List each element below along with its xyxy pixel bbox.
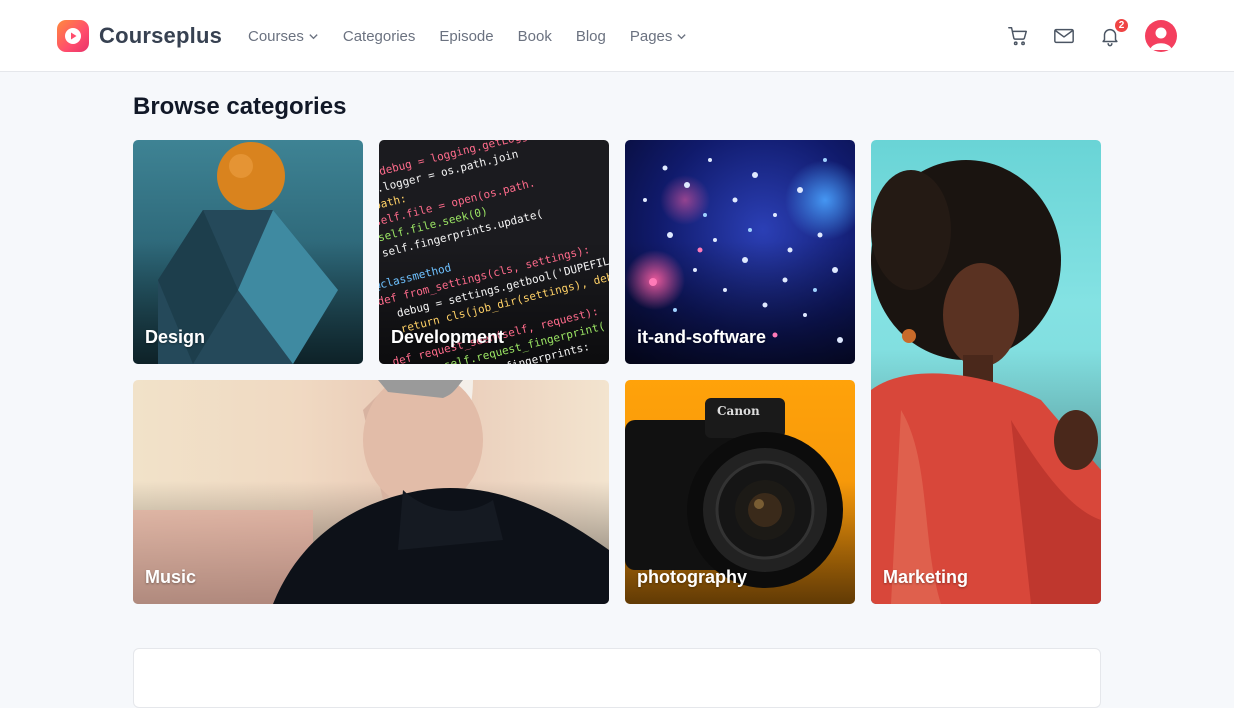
category-label: it-and-software (637, 327, 767, 347)
category-label: Marketing (883, 567, 969, 587)
category-card-music[interactable]: Music (133, 380, 609, 604)
category-label: Design (145, 327, 206, 347)
notification-badge: 2 (1114, 18, 1129, 33)
nav-book[interactable]: Book (518, 28, 552, 45)
category-label: photography (637, 567, 747, 587)
brand-logo[interactable]: Courseplus (57, 20, 222, 52)
music-artwork (133, 380, 609, 604)
cart-icon[interactable] (1006, 24, 1030, 48)
nav-blog-label: Blog (575, 27, 606, 45)
person-artwork (871, 160, 1101, 604)
chevron-down-icon (308, 31, 319, 42)
category-card-it-and-software[interactable]: it-and-software (625, 140, 855, 364)
category-card-marketing[interactable]: Marketing (871, 140, 1101, 604)
nav-pages-label: Pages (629, 27, 673, 45)
mail-icon[interactable] (1052, 24, 1076, 48)
category-label: Development (391, 327, 505, 347)
brand-name: Courseplus (99, 23, 223, 48)
nav-episode-label: Episode (439, 27, 494, 45)
play-logo-icon (57, 20, 89, 52)
nav-blog[interactable]: Blog (576, 28, 606, 45)
user-silhouette-icon (1150, 27, 1172, 50)
category-grid: Design self.debug = logging.getLogger se… (133, 140, 1101, 604)
nav-book-label: Book (517, 27, 552, 45)
category-card-photography[interactable]: Canon photography (625, 380, 855, 604)
nav-pages[interactable]: Pages (630, 28, 688, 45)
main-nav: Courses Categories Episode Book Blog Pag… (248, 0, 711, 72)
nav-episode[interactable]: Episode (439, 28, 493, 45)
header-actions: 2 (984, 0, 1177, 72)
nav-courses-label: Courses (248, 27, 304, 45)
svg-text:Canon: Canon (717, 404, 760, 418)
user-avatar[interactable] (1145, 20, 1177, 52)
category-label: Music (145, 567, 197, 587)
page-title: Browse categories (133, 93, 347, 120)
content-panel (133, 648, 1101, 708)
top-header: Courseplus Courses Categories Episode Bo… (0, 0, 1234, 72)
category-card-design[interactable]: Design (133, 140, 363, 364)
bell-icon[interactable]: 2 (1098, 18, 1129, 48)
nav-categories-label: Categories (342, 27, 416, 45)
nav-courses[interactable]: Courses (248, 28, 319, 45)
chevron-down-icon (676, 31, 687, 42)
nav-categories[interactable]: Categories (343, 28, 416, 45)
category-card-development[interactable]: self.debug = logging.getLogger self.logg… (379, 140, 609, 364)
